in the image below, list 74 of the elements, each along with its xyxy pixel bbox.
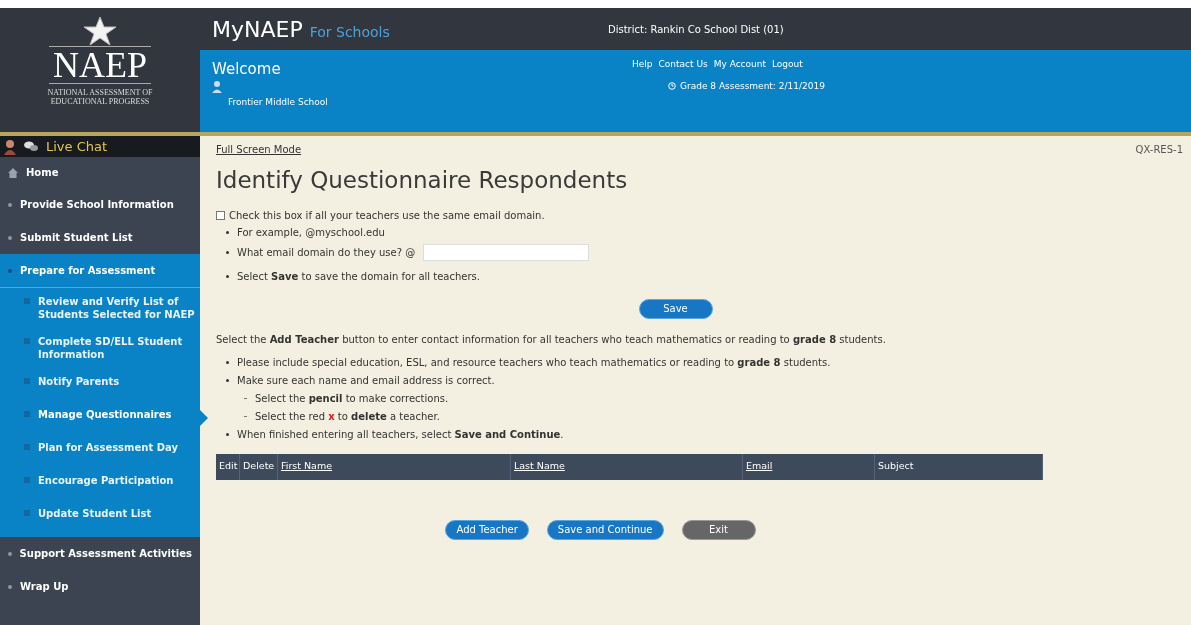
instruction-text: Make sure each name and email address is correct. — [237, 373, 495, 388]
school-name: Frontier Middle School — [228, 95, 329, 109]
sidebar-link[interactable]: Wrap Up — [20, 579, 69, 594]
checkbox[interactable] — [216, 210, 225, 220]
sidebar-link[interactable]: Plan for Assessment Day — [38, 441, 178, 454]
header-link[interactable]: Contact Us — [658, 58, 708, 72]
square-bullet-icon — [24, 338, 30, 344]
square-bullet-icon — [24, 298, 30, 304]
sidebar-link[interactable]: Provide School Information — [20, 197, 174, 212]
bullet-icon — [226, 378, 229, 382]
full-screen-link[interactable]: Full Screen Mode — [216, 142, 302, 157]
header-link[interactable]: Help — [632, 58, 653, 72]
action-button[interactable]: Exit — [681, 519, 756, 540]
square-bullet-icon — [24, 444, 30, 450]
email-domain-field[interactable] — [423, 243, 590, 261]
bullet-icon — [8, 202, 12, 207]
welcome-heading: Welcome — [212, 59, 282, 80]
square-bullet-icon — [24, 510, 30, 516]
bullet-icon — [226, 230, 229, 234]
column-header[interactable]: First Name — [281, 459, 333, 474]
bullet-icon — [226, 274, 229, 278]
live-chat-button[interactable]: Live Chat — [0, 136, 200, 157]
assessment-date: Grade 8 Assessment: 2/11/2019 — [680, 79, 825, 93]
sidebar-link[interactable]: Update Student List — [38, 507, 152, 520]
square-bullet-icon — [24, 411, 30, 417]
column-header: Edit — [219, 459, 238, 474]
bullet-icon — [226, 432, 229, 436]
save-button[interactable]: Save — [638, 298, 713, 319]
district-label: District: Rankin Co School Dist (01) — [608, 22, 784, 37]
instructions-intro: Select the Add Teacher button to enter contact information for all teachers who teach mathematics or reading to grade 8 students. — [216, 332, 887, 347]
bullet-icon — [226, 360, 229, 364]
user-icon — [212, 80, 222, 93]
bullet-icon — [8, 551, 12, 556]
sidebar-link[interactable]: Complete SD/ELL Student Information — [38, 335, 196, 361]
action-button[interactable]: Add Teacher — [445, 519, 529, 540]
bullet-icon — [8, 584, 12, 589]
square-bullet-icon — [24, 378, 30, 384]
domain-question: What email domain do they use? @ — [237, 245, 416, 260]
star-icon — [83, 16, 117, 46]
sidebar-link[interactable]: Notify Parents — [38, 375, 120, 388]
header-link[interactable]: My Account — [713, 58, 766, 72]
column-header: Subject — [878, 459, 914, 474]
checkbox-label: Check this box if all your teachers use the same email domain. — [229, 208, 545, 223]
column-header[interactable]: Last Name — [514, 459, 565, 474]
bullet-icon — [226, 250, 229, 254]
bullet-icon — [8, 268, 12, 273]
bullet-icon — [8, 235, 12, 240]
column-header: Delete — [243, 459, 275, 474]
app-title: MyNAEP For Schools — [212, 15, 391, 44]
instruction-text: Select the pencil to make corrections. — [255, 391, 449, 406]
instruction-text: Please include special education, ESL, and resource teachers who teach mathematics or reading to grade 8 students. — [237, 355, 831, 370]
page-title: Identify Questionnaire Respondents — [216, 166, 629, 195]
chat-bubbles-icon — [24, 141, 38, 152]
square-bullet-icon — [24, 477, 30, 483]
sidebar-link[interactable]: Review and Verify List of Students Selected for NAEP — [38, 295, 196, 321]
sidebar-link[interactable]: Home — [26, 165, 59, 180]
sidebar-link[interactable]: Support Assessment Activities — [19, 546, 192, 561]
logo-tagline: NATIONAL ASSESSMENT OF EDUCATIONAL PROGRESS — [46, 88, 154, 106]
logo-wordmark: NAEP — [49, 46, 151, 84]
sidebar-link[interactable]: Encourage Participation — [38, 474, 174, 487]
action-button[interactable]: Save and Continue — [546, 519, 664, 540]
column-header[interactable]: Email — [746, 459, 773, 474]
instruction-text: When finished entering all teachers, select Save and Continue. — [237, 427, 564, 442]
save-hint: Select Save to save the domain for all teachers. — [237, 269, 480, 284]
instruction-text: Select the red x to delete a teacher. — [255, 409, 440, 424]
sidebar-link[interactable]: Submit Student List — [20, 230, 133, 245]
sidebar-link[interactable]: Prepare for Assessment — [20, 263, 156, 278]
agent-avatar-icon — [4, 138, 16, 155]
sidebar-link[interactable]: Manage Questionnaires — [38, 408, 172, 421]
clock-icon — [668, 82, 676, 91]
home-icon — [8, 167, 18, 178]
page-code: QX-RES-1 — [1135, 143, 1183, 157]
header-link[interactable]: Logout — [772, 58, 803, 72]
example-text: For example, @myschool.edu — [237, 225, 385, 240]
